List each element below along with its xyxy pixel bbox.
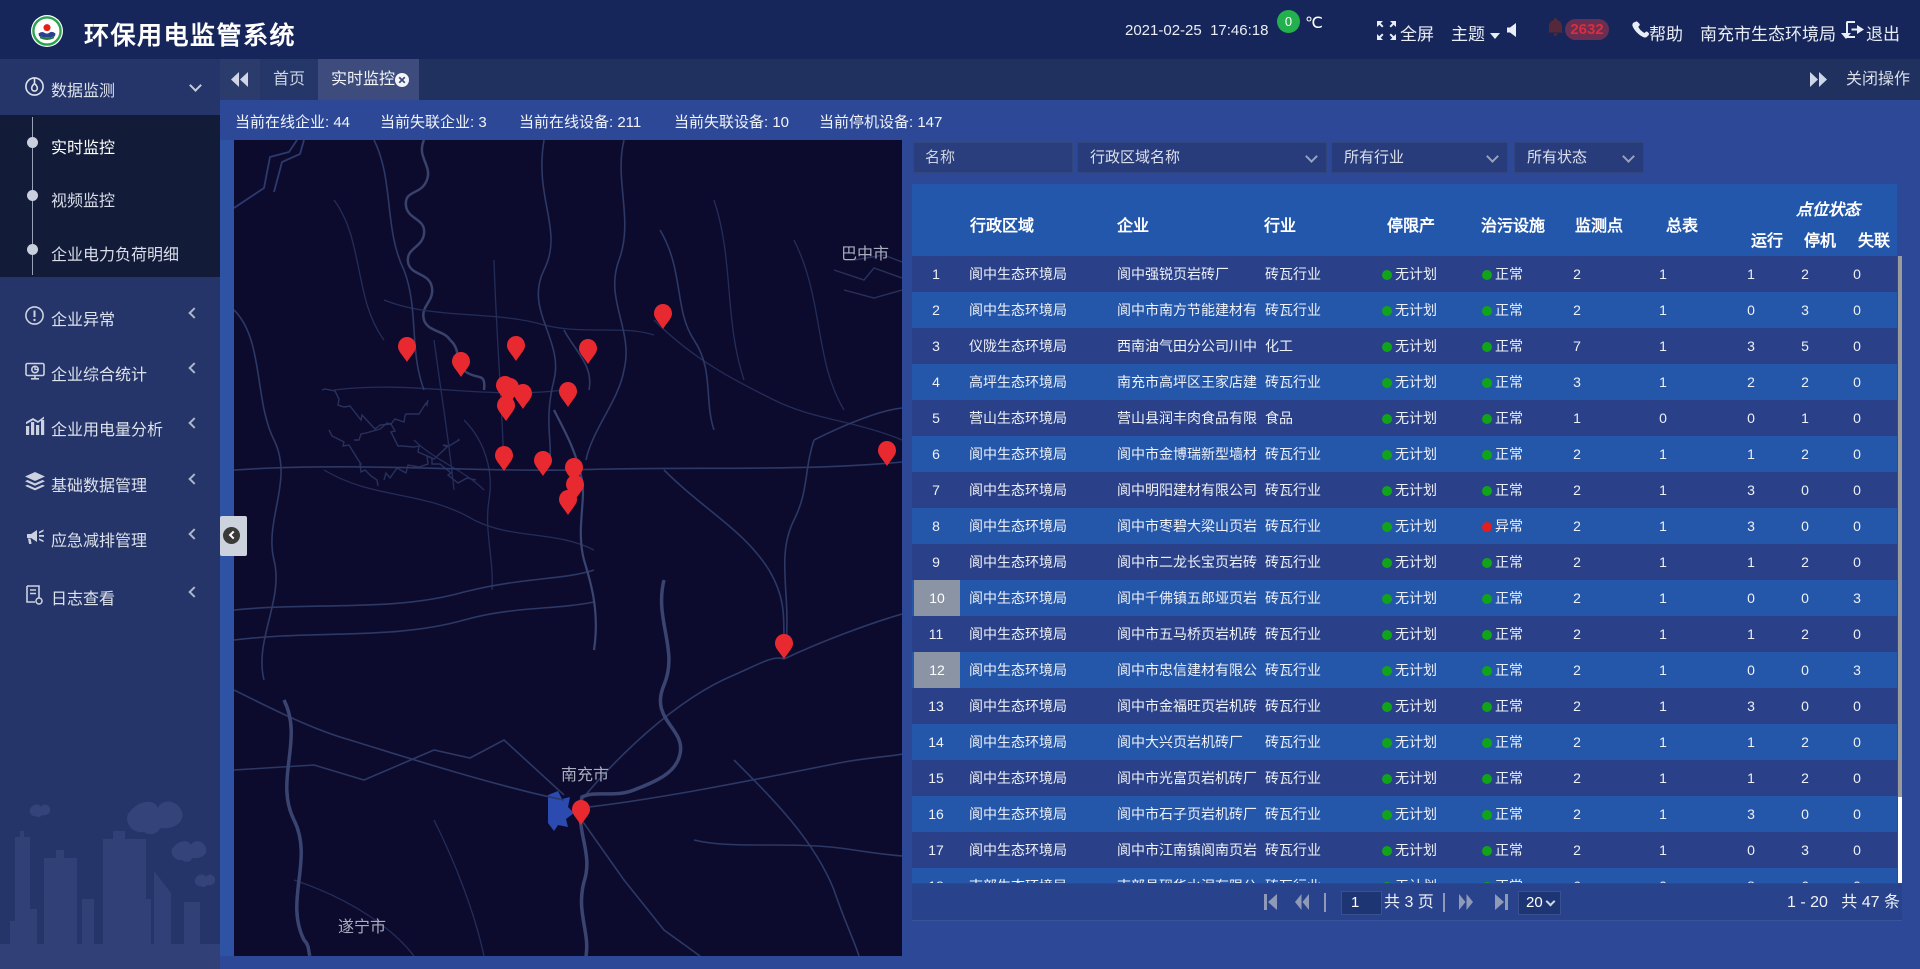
svg-text:南充市: 南充市 <box>561 766 609 784</box>
svg-text:巴中市: 巴中市 <box>841 245 889 263</box>
svg-text:遂宁市: 遂宁市 <box>338 918 386 936</box>
